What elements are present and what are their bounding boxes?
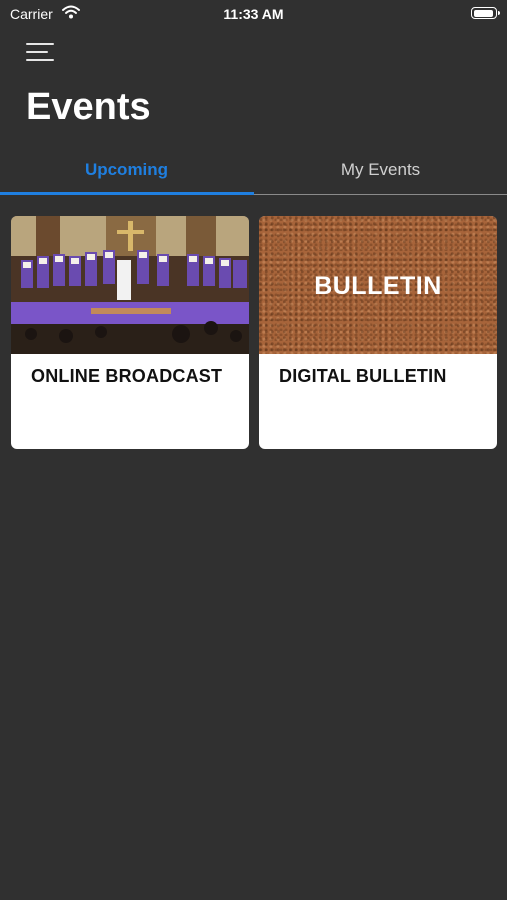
clock: 11:33 AM <box>223 6 284 22</box>
status-bar: Carrier 11:33 AM <box>0 0 507 28</box>
event-card-online-broadcast[interactable]: ONLINE BROADCAST <box>11 216 249 449</box>
card-title: ONLINE BROADCAST <box>31 366 223 386</box>
active-tab-indicator <box>0 192 254 195</box>
church-choir-photo <box>11 216 249 354</box>
tab-upcoming[interactable]: Upcoming <box>0 150 253 196</box>
card-title: DIGITAL BULLETIN <box>279 366 447 386</box>
tab-bar: Upcoming My Events <box>0 150 507 196</box>
battery-icon <box>471 7 500 19</box>
menu-icon[interactable] <box>26 41 54 63</box>
tab-divider <box>254 194 507 195</box>
tab-my-events[interactable]: My Events <box>254 150 507 196</box>
event-card-digital-bulletin[interactable]: BULLETIN DIGITAL BULLETIN <box>259 216 497 449</box>
corkboard-bulletin-image: BULLETIN <box>259 216 497 354</box>
bulletin-image-text: BULLETIN <box>314 272 442 300</box>
page-title: Events <box>26 86 151 128</box>
